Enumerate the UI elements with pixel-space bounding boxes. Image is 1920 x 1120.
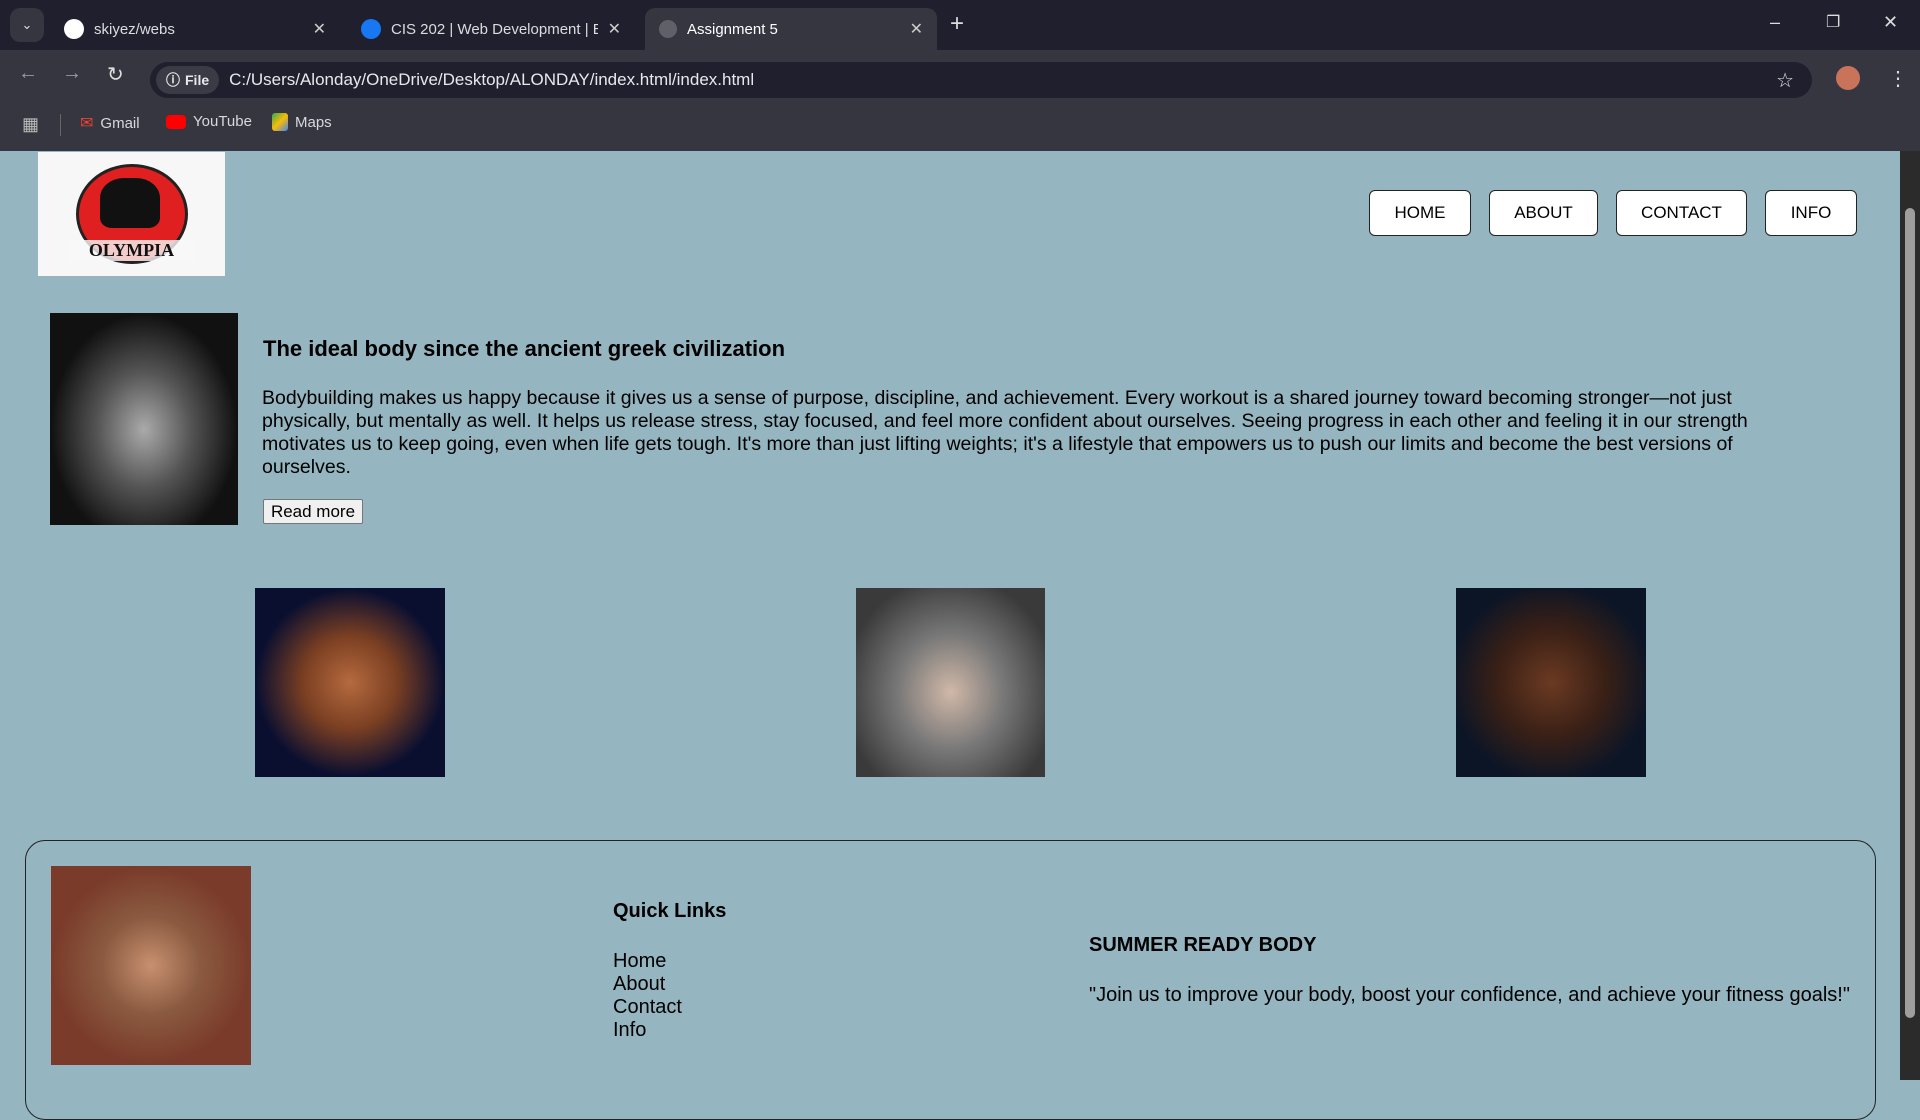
bookmark-maps[interactable]: Maps (272, 113, 332, 131)
address-bar[interactable]: ⓘ File C:/Users/Alonday/OneDrive/Desktop/… (150, 62, 1812, 98)
menu-icon[interactable]: ⋮ (1888, 66, 1908, 91)
footer-quote: "Join us to improve your body, boost you… (1089, 984, 1850, 1006)
hero-heading: The ideal body since the ancient greek c… (263, 336, 786, 361)
youtube-icon (166, 114, 186, 129)
read-more-button[interactable]: Read more (263, 499, 363, 524)
scrollbar-thumb[interactable] (1905, 208, 1915, 1018)
tab-assignment-5[interactable]: Assignment 5 ✕ (645, 8, 937, 50)
site-info-chip[interactable]: ⓘ File (156, 66, 220, 94)
tab-cis202[interactable]: CIS 202 | Web Development | BS ✕ (347, 8, 635, 50)
hero-paragraph: Bodybuilding makes us happy because it g… (262, 387, 1748, 478)
nav-home-button[interactable]: HOME (1369, 190, 1471, 236)
info-icon: ⓘ (166, 72, 180, 88)
nav-about-button[interactable]: ABOUT (1489, 190, 1598, 236)
gmail-icon: ✉ (80, 115, 94, 132)
reload-icon[interactable]: ↻ (107, 62, 124, 87)
nav-info-button[interactable]: INFO (1765, 190, 1857, 236)
gallery-image-1 (255, 588, 445, 777)
close-tab-icon[interactable]: ✕ (608, 19, 621, 39)
close-window-button[interactable]: ✕ (1883, 12, 1898, 33)
hero-image (50, 313, 238, 525)
profile-avatar[interactable] (1836, 66, 1860, 90)
globe-icon (659, 20, 677, 38)
github-icon (64, 19, 84, 39)
gallery-image-2 (856, 588, 1045, 777)
olympia-logo[interactable]: OLYMPIA (38, 152, 225, 276)
tab-github[interactable]: skiyez/webs ✕ (50, 8, 340, 50)
back-icon[interactable]: ← (18, 62, 38, 85)
maps-icon (272, 113, 288, 131)
divider (60, 114, 61, 136)
tab-bar: ⌄ skiyez/webs ✕ CIS 202 | Web Developmen… (0, 0, 1920, 50)
apps-icon[interactable]: ▦ (22, 114, 39, 135)
url-text[interactable]: C:/Users/Alonday/OneDrive/Desktop/ALONDA… (229, 70, 754, 90)
close-tab-icon[interactable]: ✕ (313, 19, 326, 39)
messenger-icon (361, 19, 381, 39)
quick-links-title: Quick Links (613, 900, 727, 922)
new-tab-button[interactable]: + (950, 10, 964, 38)
tab-search-button[interactable]: ⌄ (10, 8, 44, 42)
close-tab-icon[interactable]: ✕ (910, 19, 923, 39)
gallery-image-3 (1456, 588, 1646, 777)
footer-link-info[interactable]: Info (613, 1019, 646, 1042)
minimize-button[interactable]: – (1770, 12, 1780, 33)
bookmark-youtube[interactable]: YouTube (166, 113, 252, 130)
footer (25, 840, 1876, 1120)
restore-button[interactable]: ❐ (1826, 12, 1840, 32)
footer-image (51, 866, 251, 1065)
footer-link-about[interactable]: About (613, 973, 665, 996)
bookmark-star-icon[interactable]: ☆ (1776, 68, 1794, 93)
bookmark-gmail[interactable]: ✉ Gmail (80, 113, 140, 133)
forward-icon[interactable]: → (62, 62, 82, 85)
footer-link-contact[interactable]: Contact (613, 996, 682, 1019)
summer-title: SUMMER READY BODY (1089, 934, 1317, 956)
nav-contact-button[interactable]: CONTACT (1616, 190, 1747, 236)
footer-link-home[interactable]: Home (613, 950, 666, 973)
